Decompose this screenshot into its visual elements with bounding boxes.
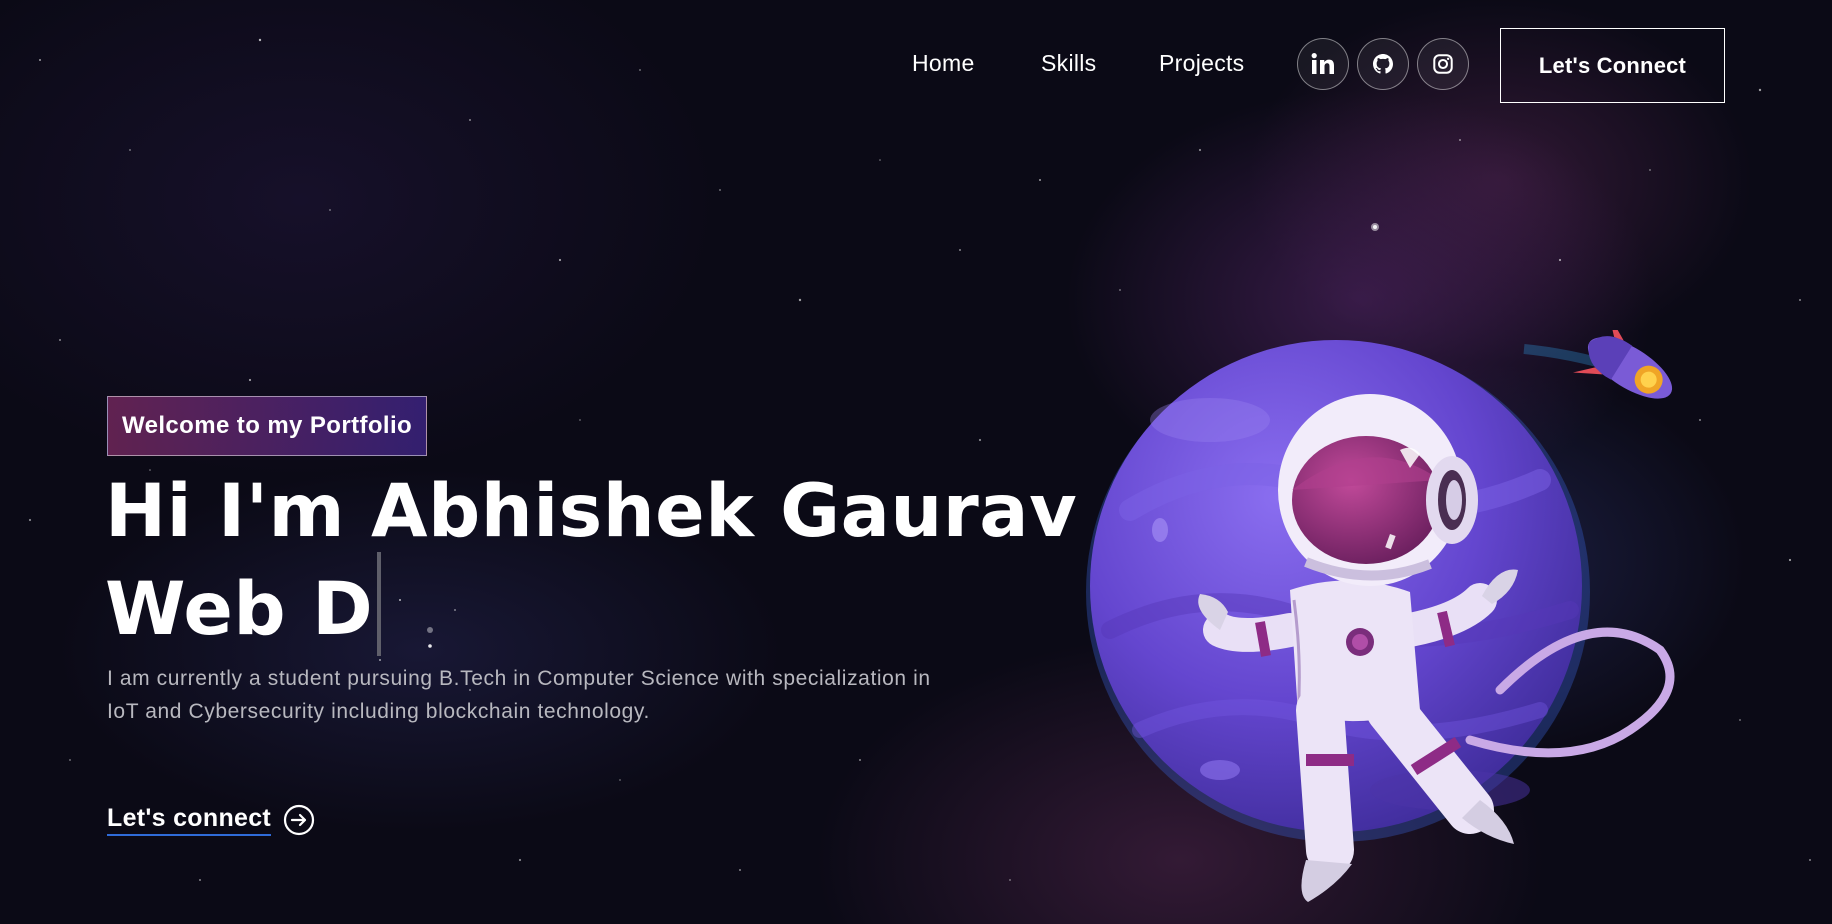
typing-cursor	[377, 552, 382, 656]
nav-link-home[interactable]: Home	[912, 50, 975, 77]
headline-typing-line: Web D	[105, 552, 1077, 656]
instagram-icon[interactable]	[1417, 38, 1469, 90]
top-navbar: Home Skills Projects Let's Connect	[0, 28, 1832, 104]
typing-text: Web D	[105, 567, 374, 652]
hero-headline: Hi I'm Abhishek Gaurav Web D	[105, 472, 1077, 656]
lets-connect-link[interactable]: Let's connect	[107, 804, 315, 836]
github-icon[interactable]	[1357, 38, 1409, 90]
welcome-tagline: Welcome to my Portfolio	[107, 396, 428, 456]
nav-link-skills[interactable]: Skills	[1041, 50, 1096, 77]
lets-connect-link-label: Let's connect	[107, 804, 272, 836]
headline-name: Hi I'm Abhishek Gaurav	[105, 469, 1078, 554]
nav-link-projects[interactable]: Projects	[1159, 50, 1244, 77]
astronaut-planet-illustration	[1086, 330, 1675, 902]
rocket-icon	[1523, 330, 1673, 399]
lets-connect-button[interactable]: Let's Connect	[1500, 28, 1725, 103]
intro-paragraph: I am currently a student pursuing B.Tech…	[107, 667, 931, 723]
arrow-right-circle-icon	[283, 804, 315, 836]
linkedin-icon[interactable]	[1297, 38, 1349, 90]
